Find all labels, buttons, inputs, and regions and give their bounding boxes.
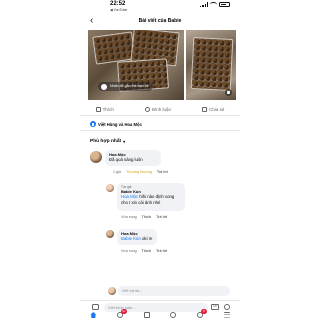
battery-icon — [219, 2, 230, 7]
reply-meta: Vừa xong Thích Trả lời — [121, 215, 167, 219]
reply-like-button[interactable]: Thích — [142, 215, 152, 219]
tab-profile[interactable] — [168, 312, 178, 320]
status-indicators — [200, 2, 230, 7]
share-icon — [202, 107, 208, 112]
tag-icon — [101, 83, 107, 90]
reply-bubble[interactable]: Tác giả Babie Kún Hoa Mộc hihi nào định … — [117, 183, 185, 211]
reaction-summary[interactable]: Việt Hùng và Hoa Mộc — [90, 121, 142, 127]
share-button[interactable]: Chia sẻ — [202, 107, 224, 112]
photo-tray — [190, 36, 234, 92]
avatar[interactable] — [106, 230, 114, 238]
comment-time: 1 giờ — [113, 170, 122, 174]
post-photos: Nhấn để gắn thẻ bạn bè — [88, 30, 236, 100]
reaction-names: Việt Hùng và Hoa Mộc — [98, 121, 142, 127]
notification-badge: 9+ — [120, 309, 127, 314]
reply-input[interactable]: Viết trả lời... — [118, 286, 230, 296]
post-photo-2[interactable] — [186, 30, 236, 100]
reply-reply-button[interactable]: Trả lời — [156, 215, 167, 219]
like-button[interactable]: Thích — [95, 107, 114, 112]
reply-time: Vừa xong — [121, 249, 137, 253]
comment-label: Bình luận — [151, 107, 171, 112]
mention-link[interactable]: Babie Kún — [121, 236, 141, 241]
reply-meta: Vừa xong Thích Trả lời — [121, 249, 167, 253]
post-header: ‹ Bài viết của Babie — [80, 14, 240, 28]
reply-time: Vừa xong — [121, 215, 137, 219]
tag-friends-pill[interactable]: Nhấn để gắn thẻ bạn bè — [98, 82, 153, 91]
bottom-tab-bar: 9+ 6 — [80, 309, 240, 320]
like-label: Thích — [102, 107, 114, 112]
comment-icon — [144, 107, 150, 112]
thumbs-up-icon — [95, 107, 101, 112]
comment-reply-button[interactable]: Trả lời — [157, 170, 168, 174]
comment-input[interactable]: Viết bình luận... — [104, 302, 208, 312]
page-title: Bài viết của Babie — [138, 18, 182, 24]
comment-composer: Viết bình luận... GIF — [80, 300, 240, 312]
facebook-post-screen: 22:52 ◀ YouTube ‹ Bài viết của Babie Nhấ… — [80, 0, 240, 320]
chevron-down-icon: ▾ — [123, 139, 126, 144]
comment-text: Đã quá sáng luôn — [109, 157, 143, 162]
comment-button[interactable]: Bình luận — [144, 107, 171, 112]
tab-notifications[interactable]: 6 — [195, 309, 207, 320]
comment-bubble[interactable]: Hoa Mộc Đã quá sáng luôn — [105, 150, 161, 166]
camera-icon[interactable] — [92, 304, 99, 310]
tab-watch[interactable] — [142, 312, 152, 320]
reply-text: Hoa Mộc hihi nào định xong cho t xin cái… — [121, 194, 181, 205]
wifi-icon — [210, 2, 217, 7]
comment-reaction-button[interactable]: Thương thương — [126, 170, 152, 174]
sound-icon[interactable] — [225, 89, 232, 96]
tab-home[interactable] — [88, 312, 98, 320]
reply-bubble[interactable]: Hoa Mộc Babie Kún oki m — [117, 229, 157, 245]
comment-sort-dropdown[interactable]: Phù hợp nhất ▾ — [90, 139, 125, 144]
menu-icon — [223, 312, 230, 318]
emoji-icon[interactable] — [224, 304, 230, 310]
share-label: Chia sẻ — [209, 107, 225, 112]
post-actions: Thích Bình luận Chia sẻ — [80, 104, 240, 116]
post-photo-1[interactable]: Nhấn để gắn thẻ bạn bè — [88, 30, 184, 100]
reply-like-button[interactable]: Thích — [142, 249, 152, 253]
avatar — [108, 287, 116, 295]
tab-friends[interactable]: 9+ — [115, 309, 127, 320]
signal-icon — [200, 2, 208, 7]
status-bar: 22:52 ◀ YouTube — [80, 0, 240, 14]
mention-link[interactable]: Hoa Mộc — [121, 194, 138, 199]
reply-reply-button[interactable]: Trả lời — [156, 249, 167, 253]
profile-icon — [170, 312, 177, 318]
gif-icon[interactable]: GIF — [211, 304, 219, 310]
like-reaction-icon — [90, 121, 96, 127]
sort-label: Phù hợp nhất — [90, 139, 122, 144]
notification-badge: 6 — [200, 309, 207, 314]
back-to-app-link[interactable]: ◀ YouTube — [110, 8, 127, 12]
divider — [80, 130, 240, 131]
watch-icon — [143, 312, 150, 318]
comment-meta: 1 giờ Thương thương Trả lời — [113, 170, 168, 174]
tag-friends-label: Nhấn để gắn thẻ bạn bè — [110, 84, 149, 88]
photo-tray-left — [92, 31, 136, 65]
tab-menu[interactable] — [222, 312, 232, 320]
reply-text: Babie Kún oki m — [121, 236, 153, 242]
reply-body: oki m — [140, 236, 153, 241]
avatar[interactable] — [90, 151, 102, 163]
home-icon — [90, 312, 97, 318]
avatar[interactable] — [106, 184, 114, 192]
status-time: 22:52 — [110, 1, 126, 7]
